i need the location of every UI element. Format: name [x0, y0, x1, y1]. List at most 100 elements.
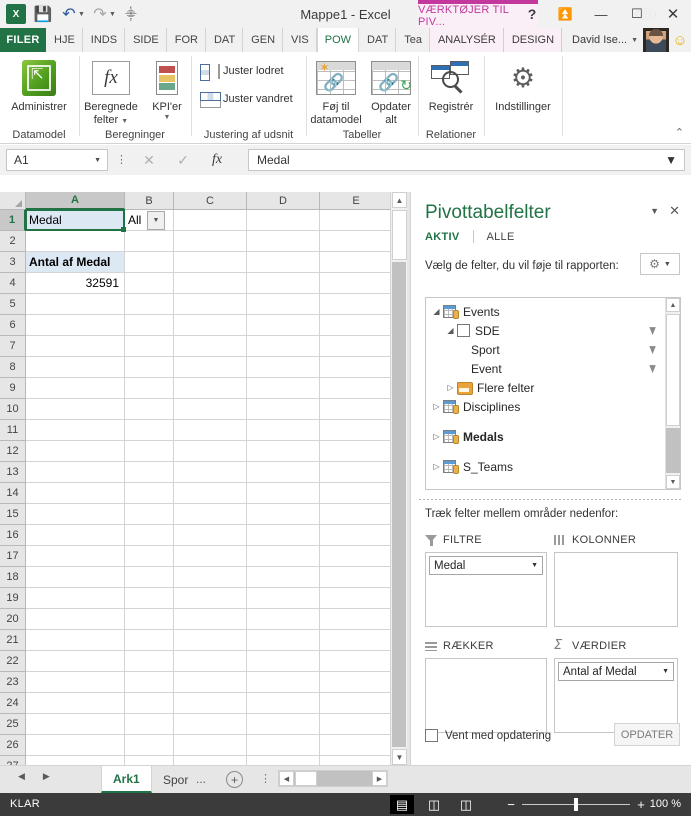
field-pill-medal-caret-icon[interactable]: ▼ [531, 562, 538, 569]
vertical-scroll-track[interactable] [392, 262, 406, 747]
refresh-all-button[interactable]: 🔗 ↻ Opdater alt [365, 56, 417, 127]
expand-triangle-icon[interactable]: ▷ [444, 383, 457, 392]
insert-function-icon[interactable]: fx [200, 152, 234, 168]
redo-dropdown-caret-icon[interactable]: ▼ [109, 11, 116, 18]
calculated-fields-dropdown-caret-icon[interactable]: ▼ [121, 118, 128, 125]
field-pill-antal-af-medal[interactable]: Antal af Medal ▼ [558, 662, 674, 681]
customize-quick-access-icon[interactable]: ⸎ [118, 2, 144, 26]
normal-view-icon[interactable]: ▤ [390, 795, 414, 814]
tab-indsaet[interactable]: INDS [83, 28, 126, 52]
column-header-a[interactable]: A [26, 192, 125, 210]
collapse-triangle-icon[interactable]: ◢ [430, 307, 443, 316]
row-header-13[interactable]: 13 [0, 462, 26, 483]
zone-box-filtre[interactable]: Medal ▼ [425, 552, 547, 627]
row-header-16[interactable]: 16 [0, 525, 26, 546]
field-list-item-flere-felter[interactable]: ▷ Flere felter [426, 378, 680, 397]
formula-bar-expand-icon[interactable]: ▼ [657, 153, 677, 167]
panel-tab-alle[interactable]: ALLE [487, 231, 515, 243]
row-header-8[interactable]: 8 [0, 357, 26, 378]
row-header-19[interactable]: 19 [0, 588, 26, 609]
field-filter-funnel-icon[interactable]: ▼ [647, 342, 658, 357]
expand-triangle-icon[interactable]: ▷ [430, 402, 443, 411]
zoom-slider[interactable] [522, 796, 630, 813]
row-header-1[interactable]: 1 [0, 210, 26, 231]
column-header-b[interactable]: B [125, 192, 174, 210]
column-header-d[interactable]: D [247, 192, 320, 210]
previous-sheet-icon[interactable]: ◀ [18, 771, 25, 782]
row-header-23[interactable]: 23 [0, 672, 26, 693]
row-header-9[interactable]: 9 [0, 378, 26, 399]
field-list-item-medals[interactable]: ▷ Medals [426, 427, 680, 446]
zone-kolonner[interactable]: KOLONNER [554, 532, 678, 627]
horizontal-scrollbar[interactable]: ◀ ▶ [278, 770, 388, 787]
row-header-20[interactable]: 20 [0, 609, 26, 630]
field-list-item-disciplines[interactable]: ▷ Disciplines [426, 397, 680, 416]
tab-datamodel[interactable]: DAT [359, 28, 397, 52]
field-filter-funnel-icon[interactable]: ▼ [647, 361, 658, 376]
cell-a1[interactable]: Medal [26, 210, 124, 230]
field-list-scroll-up-icon[interactable]: ▲ [666, 298, 680, 312]
align-vertical-button[interactable]: Juster lodret [200, 60, 293, 82]
row-header-6[interactable]: 6 [0, 315, 26, 336]
next-sheet-icon[interactable]: ▶ [43, 771, 50, 782]
report-filter-dropdown-icon[interactable]: ▼ [147, 211, 165, 230]
calculated-fields-button[interactable]: fx Beregnede felter ▼ [80, 56, 142, 127]
row-header-11[interactable]: 11 [0, 420, 26, 441]
cell-a3[interactable]: Antal af Medal [26, 252, 124, 272]
row-header-10[interactable]: 10 [0, 399, 26, 420]
grid-vertical-scrollbar[interactable]: ▲ ▼ [390, 192, 407, 765]
field-list-scroll-track[interactable] [666, 428, 680, 473]
zone-filtre[interactable]: FILTRE Medal ▼ [425, 532, 547, 627]
field-list-scroll-down-icon[interactable]: ▼ [666, 475, 680, 489]
kpi-dropdown-caret-icon[interactable]: ▼ [164, 114, 171, 122]
row-header-4[interactable]: 4 [0, 273, 26, 294]
row-header-5[interactable]: 5 [0, 294, 26, 315]
zone-raekker[interactable]: RÆKKER [425, 638, 547, 733]
panel-close-icon[interactable]: ✕ [669, 203, 680, 219]
tab-gennemse[interactable]: GEN [243, 28, 284, 52]
panel-minimize-icon[interactable]: ▼ [650, 206, 659, 216]
select-all-corner[interactable] [0, 192, 26, 210]
close-button[interactable]: ✕ [655, 1, 691, 27]
scroll-down-icon[interactable]: ▼ [392, 749, 407, 765]
help-icon[interactable]: ? [517, 1, 547, 27]
row-header-15[interactable]: 15 [0, 504, 26, 525]
row-header-14[interactable]: 14 [0, 483, 26, 504]
sheet-tab-ark1[interactable]: Ark1 [101, 766, 152, 793]
minimize-button[interactable]: — [583, 1, 619, 27]
maximize-button[interactable]: ☐ [619, 1, 655, 27]
sheet-tab-spor[interactable]: Spor [152, 766, 199, 793]
column-header-e[interactable]: E [320, 192, 393, 210]
expand-triangle-icon[interactable]: ▷ [430, 432, 443, 441]
field-list-tools-button[interactable]: ⚙ ▼ [640, 253, 680, 275]
add-to-datamodel-button[interactable]: 🔗 ✶ Føj til datamodel [307, 56, 365, 127]
field-list-item-sde[interactable]: ◢ SDE ▼ [426, 321, 680, 340]
manage-button[interactable]: Administrer [0, 56, 78, 114]
formula-input[interactable]: Medal ▼ [248, 149, 685, 171]
tab-team[interactable]: Tea [396, 28, 430, 52]
field-list-scrollbar[interactable]: ▲ ▼ [665, 298, 680, 489]
row-header-22[interactable]: 22 [0, 651, 26, 672]
tab-design[interactable]: DESIGN [503, 28, 563, 52]
name-box[interactable]: A1 ▼ [6, 149, 108, 171]
ribbon-display-options-icon[interactable]: ⏫ [547, 1, 583, 27]
tab-data[interactable]: DAT [206, 28, 244, 52]
zone-box-kolonner[interactable] [554, 552, 678, 627]
field-list-item-sport[interactable]: Sport ▼ [426, 340, 680, 359]
row-header-24[interactable]: 24 [0, 693, 26, 714]
update-button[interactable]: OPDATER [614, 723, 680, 746]
tab-analyser[interactable]: ANALYSÉR [429, 28, 504, 52]
cell-a4[interactable]: 32591 [26, 273, 124, 293]
tab-sidelayout[interactable]: SIDE [125, 28, 167, 52]
detect-relations-button[interactable]: Registrér [419, 56, 483, 114]
tab-hjem[interactable]: HJE [46, 28, 83, 52]
vertical-scroll-thumb[interactable] [392, 210, 407, 260]
defer-layout-checkbox[interactable] [425, 729, 438, 742]
name-box-caret-icon[interactable]: ▼ [87, 157, 101, 164]
tab-formler[interactable]: FOR [167, 28, 206, 52]
field-filter-funnel-icon[interactable]: ▼ [647, 323, 658, 338]
align-horizontal-button[interactable]: Juster vandret [200, 88, 293, 110]
cancel-icon[interactable]: ✕ [132, 152, 166, 169]
panel-tab-aktiv[interactable]: AKTIV [425, 231, 460, 243]
field-pill-antal-af-medal-caret-icon[interactable]: ▼ [662, 668, 669, 675]
